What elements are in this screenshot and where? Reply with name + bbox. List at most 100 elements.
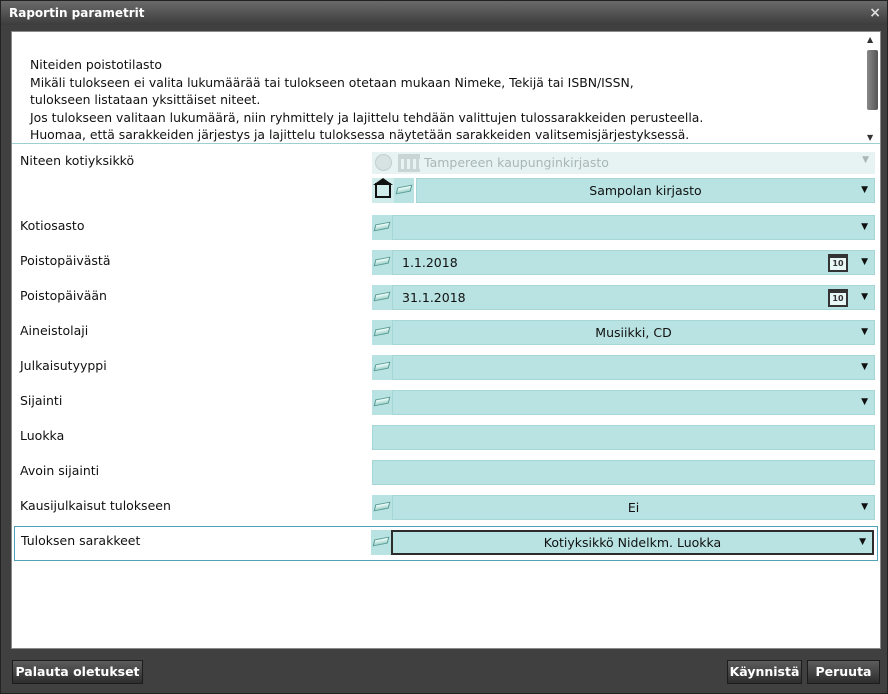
clear-button[interactable] xyxy=(372,355,392,380)
material-type-select[interactable]: Musiikki, CD ▼ xyxy=(392,320,875,345)
eraser-icon xyxy=(373,326,391,337)
department-control: ▼ xyxy=(372,215,875,240)
department-row: Kotiosasto ▼ xyxy=(14,212,878,247)
material-type-value: Musiikki, CD xyxy=(595,325,672,340)
clear-button[interactable] xyxy=(394,178,414,203)
department-label: Kotiosasto xyxy=(20,218,85,233)
chevron-down-icon[interactable]: ▼ xyxy=(861,216,868,239)
chevron-down-icon: ▼ xyxy=(862,155,869,165)
open-location-label: Avoin sijainti xyxy=(20,463,100,478)
clear-button[interactable] xyxy=(371,530,391,555)
chevron-down-icon[interactable]: ▼ xyxy=(861,251,868,274)
material-type-label: Aineistolaji xyxy=(20,323,89,338)
dialog-content: Niteiden poistotilasto Mikäli tulokseen … xyxy=(11,31,881,649)
scrollbar-thumb[interactable] xyxy=(867,50,878,110)
open-location-input[interactable] xyxy=(372,460,875,485)
chevron-down-icon[interactable]: ▼ xyxy=(861,179,868,202)
globe-icon xyxy=(375,154,392,171)
chevron-down-icon[interactable]: ▼ xyxy=(861,391,868,414)
description-line: tulokseen listataan yksittäiset niteet. xyxy=(30,92,261,107)
home-unit-select[interactable]: Sampolan kirjasto ▼ xyxy=(416,178,875,203)
start-button[interactable]: Käynnistä xyxy=(727,660,802,684)
eraser-icon xyxy=(373,221,391,232)
description-line: Jos tulokseen valitaan lukumäärä, niin r… xyxy=(30,109,704,125)
description-line: Huomaa, että sarakkeiden järjestys ja la… xyxy=(30,127,690,142)
dialog-title: Raportin parametrit xyxy=(9,6,145,20)
close-icon[interactable]: × xyxy=(869,1,881,25)
scroll-down-icon[interactable]: ▼ xyxy=(867,133,873,142)
publication-type-label: Julkaisutyyppi xyxy=(20,358,107,373)
library-building-icon xyxy=(398,154,420,172)
description-scrollbar[interactable]: ▲ ▼ xyxy=(864,32,880,143)
result-columns-control: Kotiyksikkö Nidelkm. Luokka ▼ xyxy=(371,530,874,555)
library-system-value: Tampereen kaupunginkirjasto xyxy=(424,155,609,170)
chevron-down-icon[interactable]: ▼ xyxy=(861,496,868,519)
class-input[interactable] xyxy=(372,425,875,450)
location-select[interactable]: ▼ xyxy=(392,390,875,415)
date-to-label: Poistopäivään xyxy=(20,288,107,303)
scroll-up-icon[interactable]: ▲ xyxy=(867,35,873,44)
library-system-select: Tampereen kaupunginkirjasto ▼ xyxy=(372,152,875,174)
reset-defaults-button[interactable]: Palauta oletukset xyxy=(12,660,143,684)
report-parameters-dialog: Raportin parametrit × Niteiden poistotil… xyxy=(0,0,888,694)
eraser-icon xyxy=(395,184,413,195)
description-line: Mikäli tulokseen ei valita lukumäärää ta… xyxy=(30,74,634,90)
date-from-value: 1.1.2018 xyxy=(402,255,458,270)
date-from-row: Poistopäivästä 1.1.2018 10 ▼ xyxy=(14,247,878,282)
calendar-icon[interactable]: 10 xyxy=(828,289,848,307)
serials-row: Kausijulkaisut tulokseen Ei ▼ xyxy=(14,492,878,527)
date-to-control: 31.1.2018 10 ▼ xyxy=(372,285,875,310)
eraser-icon xyxy=(373,501,391,512)
publication-type-row: Julkaisutyyppi ▼ xyxy=(14,352,878,387)
publication-type-select[interactable]: ▼ xyxy=(392,355,875,380)
class-label: Luokka xyxy=(20,428,65,443)
department-select[interactable]: ▼ xyxy=(392,215,875,240)
title-bar: Raportin parametrit × xyxy=(1,1,887,25)
clear-button[interactable] xyxy=(372,390,392,415)
cancel-button[interactable]: Peruuta xyxy=(807,660,880,684)
eraser-icon xyxy=(373,396,391,407)
eraser-icon xyxy=(373,256,391,267)
home-unit-row: Niteen kotiyksikkö Tampereen kaupunginki… xyxy=(14,147,878,209)
clear-button[interactable] xyxy=(372,495,392,520)
result-columns-label: Tuloksen sarakkeet xyxy=(21,533,141,548)
result-columns-value: Kotiyksikkö Nidelkm. Luokka xyxy=(543,535,722,550)
eraser-icon xyxy=(373,291,391,302)
location-label: Sijainti xyxy=(20,393,63,408)
date-to-value: 31.1.2018 xyxy=(402,290,466,305)
serials-select[interactable]: Ei ▼ xyxy=(392,495,875,520)
calendar-icon[interactable]: 10 xyxy=(828,254,848,272)
home-unit-control: Sampolan kirjasto ▼ xyxy=(372,178,875,203)
eraser-icon xyxy=(372,536,390,547)
eraser-icon xyxy=(373,361,391,372)
serials-control: Ei ▼ xyxy=(372,495,875,520)
home-unit-label: Niteen kotiyksikkö xyxy=(20,153,135,168)
report-description: Niteiden poistotilasto Mikäli tulokseen … xyxy=(12,32,880,144)
clear-button[interactable] xyxy=(372,215,392,240)
date-from-input[interactable]: 1.1.2018 10 ▼ xyxy=(392,250,875,275)
serials-label: Kausijulkaisut tulokseen xyxy=(20,498,171,513)
date-from-label: Poistopäivästä xyxy=(20,253,111,268)
location-control: ▼ xyxy=(372,390,875,415)
material-type-control: Musiikki, CD ▼ xyxy=(372,320,875,345)
chevron-down-icon[interactable]: ▼ xyxy=(859,532,866,553)
location-row: Sijainti ▼ xyxy=(14,387,878,422)
result-columns-row: Tuloksen sarakkeet Kotiyksikkö Nidelkm. … xyxy=(14,526,878,561)
result-columns-select[interactable]: Kotiyksikkö Nidelkm. Luokka ▼ xyxy=(391,530,874,555)
date-from-control: 1.1.2018 10 ▼ xyxy=(372,250,875,275)
serials-value: Ei xyxy=(627,500,640,515)
open-location-row: Avoin sijainti xyxy=(14,457,878,492)
description-line: Niteiden poistotilasto xyxy=(30,57,162,72)
clear-button[interactable] xyxy=(372,250,392,275)
date-to-row: Poistopäivään 31.1.2018 10 ▼ xyxy=(14,282,878,317)
material-type-row: Aineistolaji Musiikki, CD ▼ xyxy=(14,317,878,352)
parameter-form: Niteen kotiyksikkö Tampereen kaupunginki… xyxy=(12,145,880,649)
class-row: Luokka xyxy=(14,422,878,457)
chevron-down-icon[interactable]: ▼ xyxy=(861,286,868,309)
clear-button[interactable] xyxy=(372,320,392,345)
home-icon-box[interactable] xyxy=(372,178,394,203)
clear-button[interactable] xyxy=(372,285,392,310)
date-to-input[interactable]: 31.1.2018 10 ▼ xyxy=(392,285,875,310)
chevron-down-icon[interactable]: ▼ xyxy=(861,356,868,379)
chevron-down-icon[interactable]: ▼ xyxy=(861,321,868,344)
